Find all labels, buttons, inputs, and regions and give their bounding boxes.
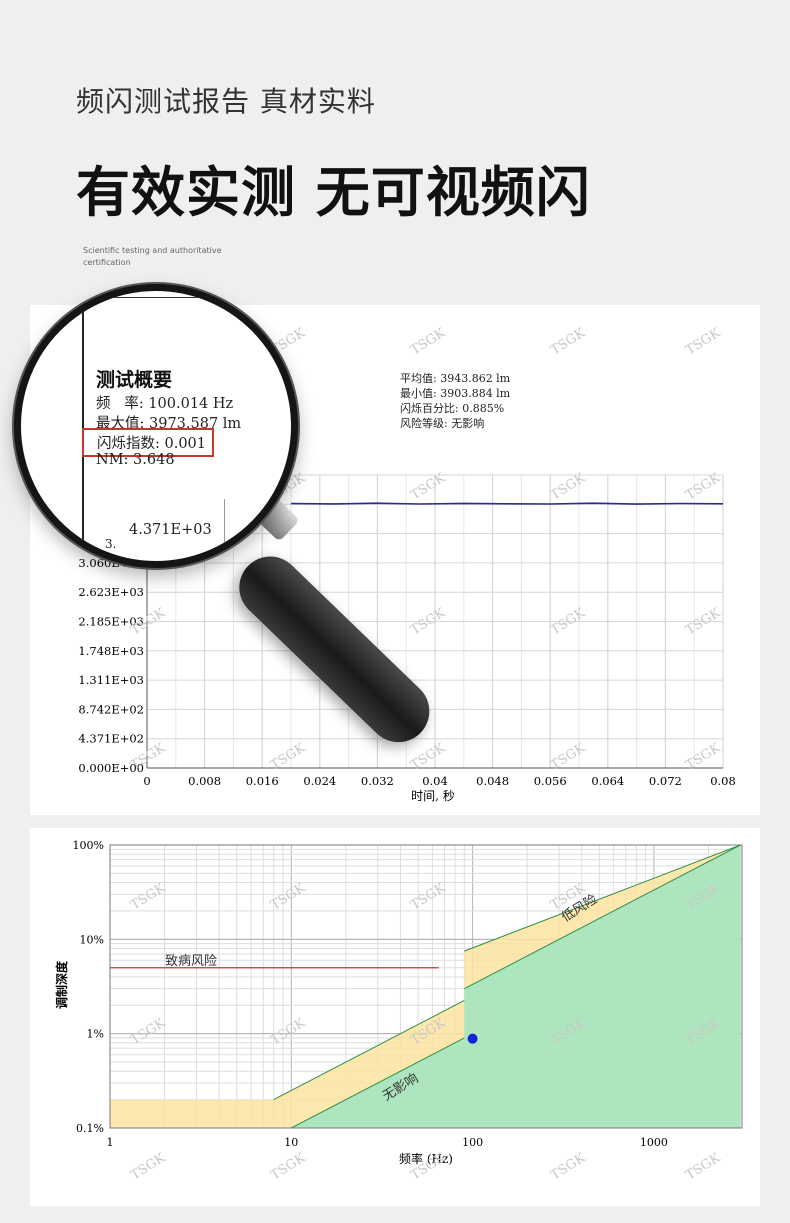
risk-x-tick-label: 1 — [107, 1136, 114, 1149]
risk-y-tick-label: 0.1% — [76, 1122, 104, 1135]
measured-point — [467, 1033, 478, 1044]
risk-x-tick-label: 100 — [462, 1136, 483, 1149]
risk-y-tick-label: 100% — [73, 839, 104, 852]
pathogenic-risk-label: 致病风险 — [165, 954, 217, 969]
risk-y-tick-label: 10% — [80, 933, 104, 946]
risk-chart: 1 10 100 1000 0.1% 1% 10% 100% 调制深度 频率 (Hz) 致病风… — [54, 839, 743, 1166]
risk-y-axis-label: 调制深度 — [54, 960, 69, 1009]
risk-x-tick-label: 1000 — [640, 1136, 668, 1149]
risk-x-tick-label: 10 — [284, 1136, 298, 1149]
risk-y-tick-label: 1% — [87, 1028, 104, 1041]
risk-x-axis-label: 频率 (Hz) — [399, 1151, 453, 1166]
